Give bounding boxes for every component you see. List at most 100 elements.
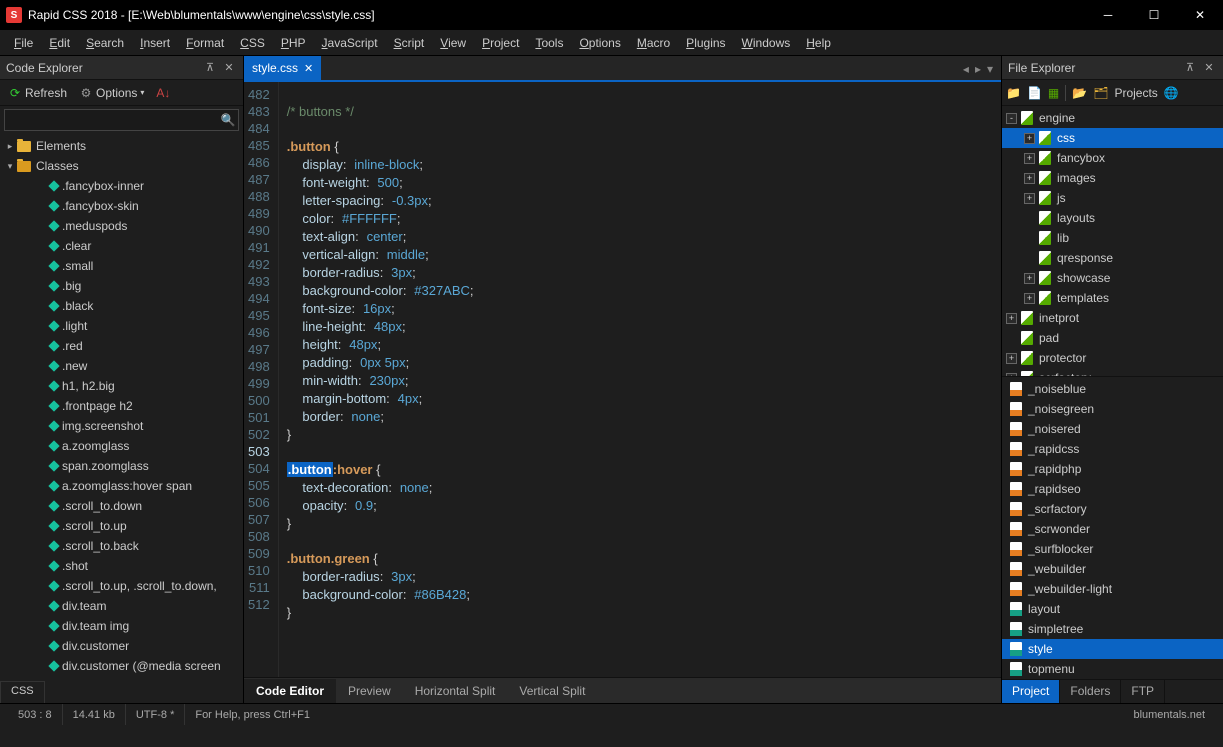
file-item[interactable]: _surfblocker xyxy=(1002,539,1223,559)
tab-menu-icon[interactable]: ▾ xyxy=(987,62,993,76)
folder-item[interactable]: lib xyxy=(1002,228,1223,248)
status-encoding[interactable]: UTF-8 * xyxy=(126,704,186,725)
file-item[interactable]: topmenu xyxy=(1002,659,1223,679)
folder-item[interactable]: +images xyxy=(1002,168,1223,188)
folder-item[interactable]: +css xyxy=(1002,128,1223,148)
file-item[interactable]: _webuilder xyxy=(1002,559,1223,579)
folder-item[interactable]: +templates xyxy=(1002,288,1223,308)
folder-item[interactable]: +inetprot xyxy=(1002,308,1223,328)
new-folder-icon[interactable]: 📁 xyxy=(1006,86,1021,100)
tree-item[interactable]: a.zoomglass:hover span xyxy=(0,476,243,496)
menu-edit[interactable]: Edit xyxy=(41,32,78,54)
bottom-tab-horizontal-split[interactable]: Horizontal Split xyxy=(403,679,508,703)
file-tab[interactable]: style.css ✕ xyxy=(244,56,321,80)
tree-item[interactable]: div.customer (@media screen xyxy=(0,656,243,676)
menu-windows[interactable]: Windows xyxy=(734,32,799,54)
folder-item[interactable]: layouts xyxy=(1002,208,1223,228)
menu-file[interactable]: File xyxy=(6,32,41,54)
panel-close-icon[interactable]: ✕ xyxy=(221,60,237,76)
menu-view[interactable]: View xyxy=(432,32,474,54)
tree-item[interactable]: .light xyxy=(0,316,243,336)
tree-item[interactable]: .red xyxy=(0,336,243,356)
folder-item[interactable]: -engine xyxy=(1002,108,1223,128)
menu-script[interactable]: Script xyxy=(386,32,433,54)
file-item[interactable]: layout xyxy=(1002,599,1223,619)
new-file-icon[interactable]: 📄 xyxy=(1027,86,1042,100)
file-item[interactable]: _rapidseo xyxy=(1002,479,1223,499)
bottom-tab-preview[interactable]: Preview xyxy=(336,679,403,703)
file-item[interactable]: _rapidcss xyxy=(1002,439,1223,459)
tree-item[interactable]: .scroll_to.back xyxy=(0,536,243,556)
tree-item[interactable]: .fancybox-inner xyxy=(0,176,243,196)
menu-css[interactable]: CSS xyxy=(232,32,273,54)
tree-item[interactable]: .scroll_to.up xyxy=(0,516,243,536)
tree-item[interactable]: .big xyxy=(0,276,243,296)
menu-format[interactable]: Format xyxy=(178,32,232,54)
search-icon[interactable]: 🔍 xyxy=(217,109,239,131)
bottom-tab-code-editor[interactable]: Code Editor xyxy=(244,679,336,703)
tree-item[interactable]: ▾Classes xyxy=(0,156,243,176)
menu-php[interactable]: PHP xyxy=(273,32,314,54)
file-item[interactable]: simpletree xyxy=(1002,619,1223,639)
menu-search[interactable]: Search xyxy=(78,32,132,54)
tree-item[interactable]: .fancybox-skin xyxy=(0,196,243,216)
folder-item[interactable]: qresponse xyxy=(1002,248,1223,268)
panel-close-icon[interactable]: ✕ xyxy=(1201,60,1217,76)
tab-close-icon[interactable]: ✕ xyxy=(304,62,313,75)
tree-item[interactable]: .small xyxy=(0,256,243,276)
tree-item[interactable]: div.customer xyxy=(0,636,243,656)
projects-label[interactable]: Projects xyxy=(1114,86,1157,100)
tree-item[interactable]: .shot xyxy=(0,556,243,576)
options-button[interactable]: ⚙Options▾ xyxy=(75,84,148,102)
fe-tab-ftp[interactable]: FTP xyxy=(1121,680,1165,703)
file-item[interactable]: _rapidphp xyxy=(1002,459,1223,479)
tree-item[interactable]: .meduspods xyxy=(0,216,243,236)
fe-tab-folders[interactable]: Folders xyxy=(1060,680,1121,703)
folder-item[interactable]: +protector xyxy=(1002,348,1223,368)
menu-plugins[interactable]: Plugins xyxy=(678,32,733,54)
tree-item[interactable]: .black xyxy=(0,296,243,316)
tree-item[interactable]: .new xyxy=(0,356,243,376)
menu-options[interactable]: Options xyxy=(571,32,628,54)
tab-next-icon[interactable]: ▸ xyxy=(975,62,981,76)
tab-prev-icon[interactable]: ◂ xyxy=(963,62,969,76)
file-item[interactable]: _noisered xyxy=(1002,419,1223,439)
bottom-tab-vertical-split[interactable]: Vertical Split xyxy=(507,679,597,703)
menu-help[interactable]: Help xyxy=(798,32,839,54)
folder-item[interactable]: +showcase xyxy=(1002,268,1223,288)
menu-project[interactable]: Project xyxy=(474,32,527,54)
sort-button[interactable]: A↓ xyxy=(152,84,174,102)
file-item[interactable]: _noiseblue xyxy=(1002,379,1223,399)
file-item[interactable]: _scrfactory xyxy=(1002,499,1223,519)
code-explorer-tree[interactable]: ▸Elements▾Classes.fancybox-inner.fancybo… xyxy=(0,134,243,703)
tree-item[interactable]: .scroll_to.up, .scroll_to.down, xyxy=(0,576,243,596)
folder-item[interactable]: +fancybox xyxy=(1002,148,1223,168)
file-explorer-files[interactable]: _noiseblue_noisegreen_noisered_rapidcss_… xyxy=(1002,376,1223,679)
css-tab[interactable]: CSS xyxy=(0,681,45,703)
pin-icon[interactable]: ⊼ xyxy=(202,60,218,76)
tree-item[interactable]: .clear xyxy=(0,236,243,256)
fe-tab-project[interactable]: Project xyxy=(1002,680,1060,703)
file-item[interactable]: _noisegreen xyxy=(1002,399,1223,419)
file-item[interactable]: style xyxy=(1002,639,1223,659)
menu-javascript[interactable]: JavaScript xyxy=(314,32,386,54)
folder-item[interactable]: pad xyxy=(1002,328,1223,348)
file-item[interactable]: _scrwonder xyxy=(1002,519,1223,539)
open-folder-icon[interactable]: 📂 xyxy=(1072,86,1087,100)
minimize-button[interactable]: ─ xyxy=(1085,0,1131,30)
refresh-button[interactable]: ⟳Refresh xyxy=(4,84,71,102)
pin-icon[interactable]: ⊼ xyxy=(1182,60,1198,76)
maximize-button[interactable]: ☐ xyxy=(1131,0,1177,30)
tree-item[interactable]: span.zoomglass xyxy=(0,456,243,476)
folder-item[interactable]: +js xyxy=(1002,188,1223,208)
file-item[interactable]: _webuilder-light xyxy=(1002,579,1223,599)
menu-tools[interactable]: Tools xyxy=(527,32,571,54)
tree-item[interactable]: div.team img xyxy=(0,616,243,636)
tree-item[interactable]: img.screenshot xyxy=(0,416,243,436)
file-explorer-folders[interactable]: -engine+css+fancybox+images+jslayoutslib… xyxy=(1002,106,1223,376)
tree-item[interactable]: .frontpage h2 xyxy=(0,396,243,416)
folder-item[interactable]: +scrfactory xyxy=(1002,368,1223,376)
code-explorer-search-input[interactable] xyxy=(4,109,239,131)
menu-macro[interactable]: Macro xyxy=(629,32,678,54)
code-editor[interactable]: /* buttons */ .button { display: inline-… xyxy=(279,82,1001,677)
